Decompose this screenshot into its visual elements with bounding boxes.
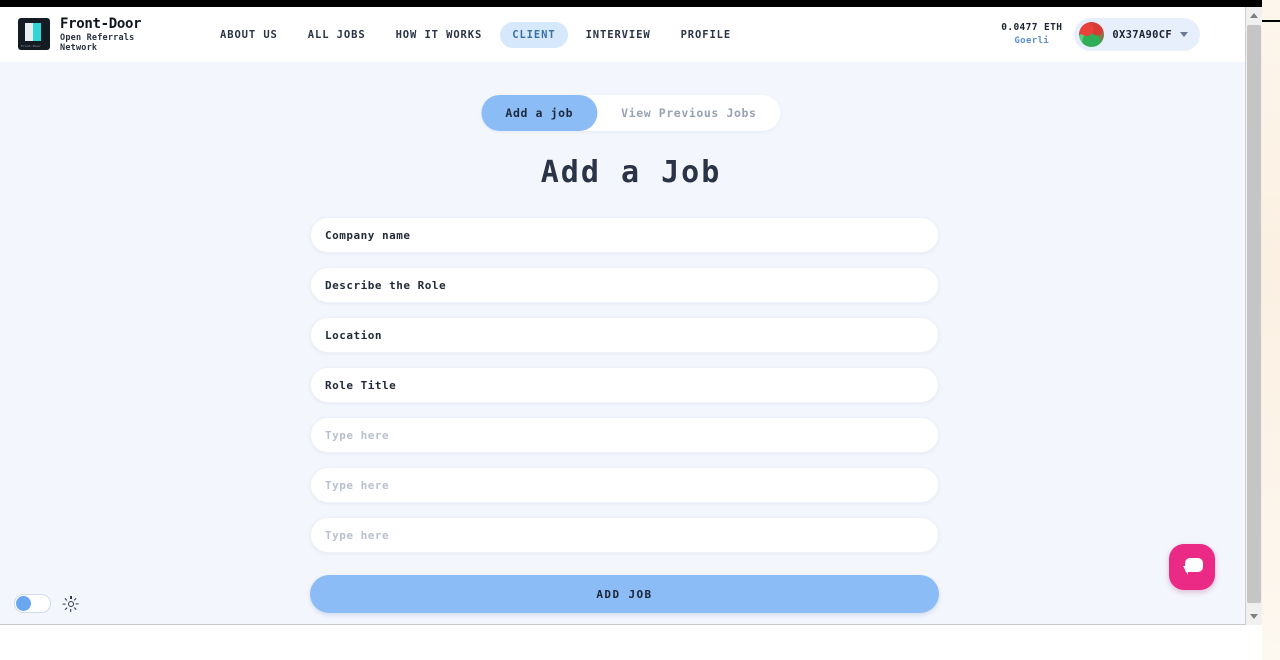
sun-core [68,600,74,607]
sun-ray [64,597,68,601]
scroll-up-glyph [1250,13,1258,18]
main-nav: ABOUT US ALL JOBS HOW IT WORKS CLIENT IN… [208,21,744,48]
company-name-field[interactable]: Company name [310,217,939,253]
browser-top-bar [0,0,1280,7]
extra-field-1-placeholder: Type here [325,428,390,442]
extra-field-2[interactable]: Type here [310,467,939,503]
chat-bubble-icon [1181,558,1203,576]
theme-toggle-area [14,594,79,613]
blockies-avatar-icon [1079,22,1105,47]
chat-bubble-body [1185,558,1203,572]
sun-ray [74,597,78,601]
extra-field-3-placeholder: Type here [325,528,390,542]
role-description-field[interactable]: Describe the Role [310,267,939,303]
site-header: Front-Door Front-Door Open Referrals Net… [0,7,1261,62]
role-description-value: Describe the Role [325,278,447,292]
add-job-button[interactable]: ADD JOB [310,575,939,613]
page-viewport: Front-Door Front-Door Open Referrals Net… [0,7,1262,625]
tab-view-previous-jobs[interactable]: View Previous Jobs [597,95,780,131]
door-logo-leaf [33,23,41,42]
sun-ray [70,608,72,612]
extra-field-2-placeholder: Type here [325,478,390,492]
wallet-balance: 0.0477 ETH [1001,22,1063,34]
wallet-network-label: Goerli [1014,35,1050,46]
sun-ray [75,602,79,605]
page-title: Add a Job [540,155,722,190]
page-body: Add a job View Previous Jobs Add a Job C… [0,62,1261,624]
wallet-address: 0X37A90CF [1112,28,1172,41]
add-job-form: Company name Describe the Role Location … [310,217,939,613]
wallet-account-button[interactable]: 0X37A90CF [1074,18,1200,51]
tab-switcher: Add a job View Previous Jobs [481,95,781,131]
background-pane-right [1262,0,1280,660]
door-logo-panel [25,23,33,42]
extra-field-1[interactable]: Type here [310,417,939,453]
nav-item-interview[interactable]: INTERVIEW [574,22,663,48]
theme-toggle-icon[interactable] [14,594,51,613]
brand-text: Front-Door Open Referrals Network [60,16,146,53]
nav-item-about-us[interactable]: ABOUT US [208,22,290,48]
logo-caption: Front-Door [21,44,42,49]
sun-ray [70,595,72,599]
tab-add-a-job[interactable]: Add a job [481,95,598,131]
extra-field-3[interactable]: Type here [310,517,939,553]
nav-item-profile[interactable]: PROFILE [669,22,744,48]
chat-widget-button[interactable] [1169,544,1215,590]
background-pane-rule [1262,20,1280,22]
door-logo-icon: Front-Door [18,18,50,51]
location-value: Location [325,328,382,342]
sun-ray [64,606,68,610]
brand-tagline: Open Referrals Network [60,32,135,53]
scroll-down-glyph [1250,614,1258,619]
nav-item-client[interactable]: CLIENT [500,21,568,48]
role-title-value: Role Title [325,378,397,392]
scroll-down-arrow-icon[interactable] [1246,608,1262,625]
brand-logo-block[interactable]: Front-Door Front-Door Open Referrals Net… [18,16,146,53]
scrollbar-thumb[interactable] [1247,25,1261,603]
wallet-area: 0.0477 ETH Goerli 0X37A90CF [1001,18,1200,51]
sun-icon[interactable] [62,595,79,612]
chevron-down-icon[interactable] [1180,32,1188,37]
wallet-balance-block: 0.0477 ETH Goerli [1001,22,1062,47]
page-scrollbar[interactable] [1245,7,1262,625]
company-name-value: Company name [325,228,411,242]
sun-ray [62,602,66,605]
scroll-up-arrow-icon[interactable] [1246,7,1262,24]
role-title-field[interactable]: Role Title [310,367,939,403]
nav-item-how-it-works[interactable]: HOW IT WORKS [384,22,495,48]
sun-ray [74,606,78,610]
location-field[interactable]: Location [310,317,939,353]
brand-name: Front-Door [60,16,142,33]
theme-toggle-knob [16,596,31,611]
nav-item-all-jobs[interactable]: ALL JOBS [296,22,378,48]
